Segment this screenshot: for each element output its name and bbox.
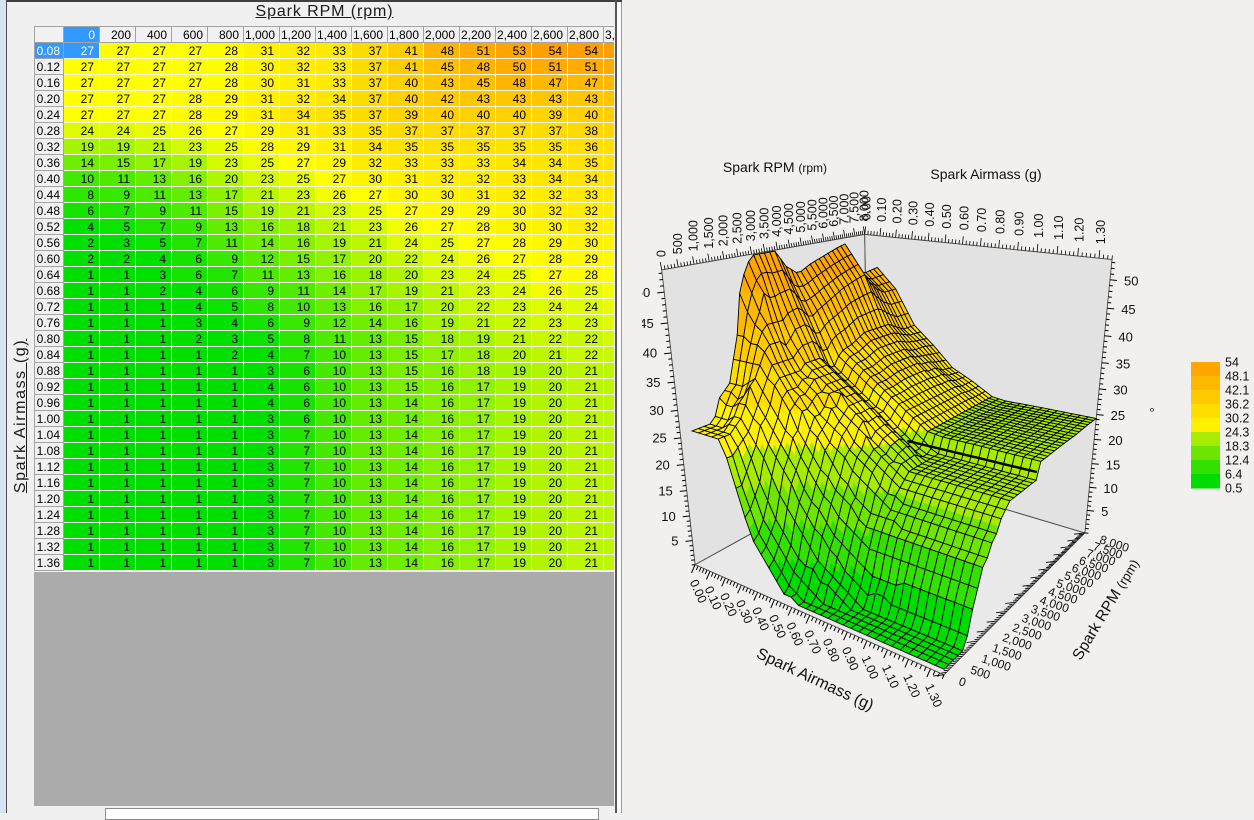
svg-text:10: 10: [661, 509, 675, 524]
svg-text:0.50: 0.50: [940, 204, 954, 228]
svg-text:2,000: 2,000: [717, 215, 731, 246]
svg-text:40: 40: [1118, 330, 1132, 345]
svg-text:24.3: 24.3: [1225, 426, 1249, 440]
svg-text:1.20: 1.20: [1073, 218, 1087, 242]
svg-text:0.00: 0.00: [860, 196, 874, 220]
svg-text:0.40: 0.40: [923, 202, 937, 226]
svg-text:45: 45: [1121, 302, 1135, 317]
svg-text:54: 54: [1225, 356, 1239, 370]
svg-text:1.10: 1.10: [1052, 216, 1066, 240]
svg-text:36.2: 36.2: [1225, 398, 1249, 412]
svg-text:5: 5: [1101, 504, 1108, 519]
svg-text:500: 500: [671, 233, 685, 254]
svg-text:0.5: 0.5: [1225, 482, 1242, 496]
svg-text:30: 30: [649, 403, 663, 418]
svg-text:1,000: 1,000: [687, 220, 701, 251]
svg-text:°: °: [1149, 405, 1154, 420]
svg-text:1,500: 1,500: [702, 217, 716, 248]
svg-text:25: 25: [1111, 408, 1125, 423]
svg-text:10: 10: [1103, 481, 1117, 496]
svg-text:15: 15: [658, 483, 672, 498]
svg-text:0.80: 0.80: [994, 210, 1008, 234]
svg-text:30.2: 30.2: [1225, 412, 1249, 426]
svg-text:0.20: 0.20: [890, 199, 904, 223]
svg-text:Spark RPM (rpm): Spark RPM (rpm): [723, 159, 827, 175]
svg-text:0: 0: [654, 250, 668, 257]
svg-text:0.30: 0.30: [907, 201, 921, 225]
svg-text:48.1: 48.1: [1225, 370, 1249, 384]
svg-text:3,000: 3,000: [744, 210, 758, 241]
svg-text:18.3: 18.3: [1225, 440, 1249, 454]
svg-text:1.30: 1.30: [1094, 220, 1108, 244]
svg-text:40: 40: [643, 346, 657, 361]
svg-text:42.1: 42.1: [1225, 384, 1249, 398]
svg-text:25: 25: [652, 431, 666, 446]
svg-text:15: 15: [1106, 457, 1120, 472]
svg-text:5: 5: [671, 533, 678, 548]
svg-text:0.10: 0.10: [875, 198, 889, 222]
svg-text:2,500: 2,500: [731, 212, 745, 243]
svg-text:6.4: 6.4: [1225, 468, 1242, 482]
svg-text:35: 35: [646, 375, 660, 390]
svg-text:50: 50: [1124, 274, 1138, 289]
svg-text:20: 20: [1108, 433, 1122, 448]
svg-text:0.60: 0.60: [957, 206, 971, 230]
svg-text:12.4: 12.4: [1225, 454, 1249, 468]
svg-text:Spark Airmass (g): Spark Airmass (g): [930, 166, 1041, 182]
svg-text:0.90: 0.90: [1012, 212, 1026, 236]
svg-text:0.70: 0.70: [975, 208, 989, 232]
svg-text:1.00: 1.00: [1032, 214, 1046, 238]
svg-text:20: 20: [655, 457, 669, 472]
svg-text:30: 30: [1113, 383, 1127, 398]
svg-text:35: 35: [1116, 356, 1130, 371]
